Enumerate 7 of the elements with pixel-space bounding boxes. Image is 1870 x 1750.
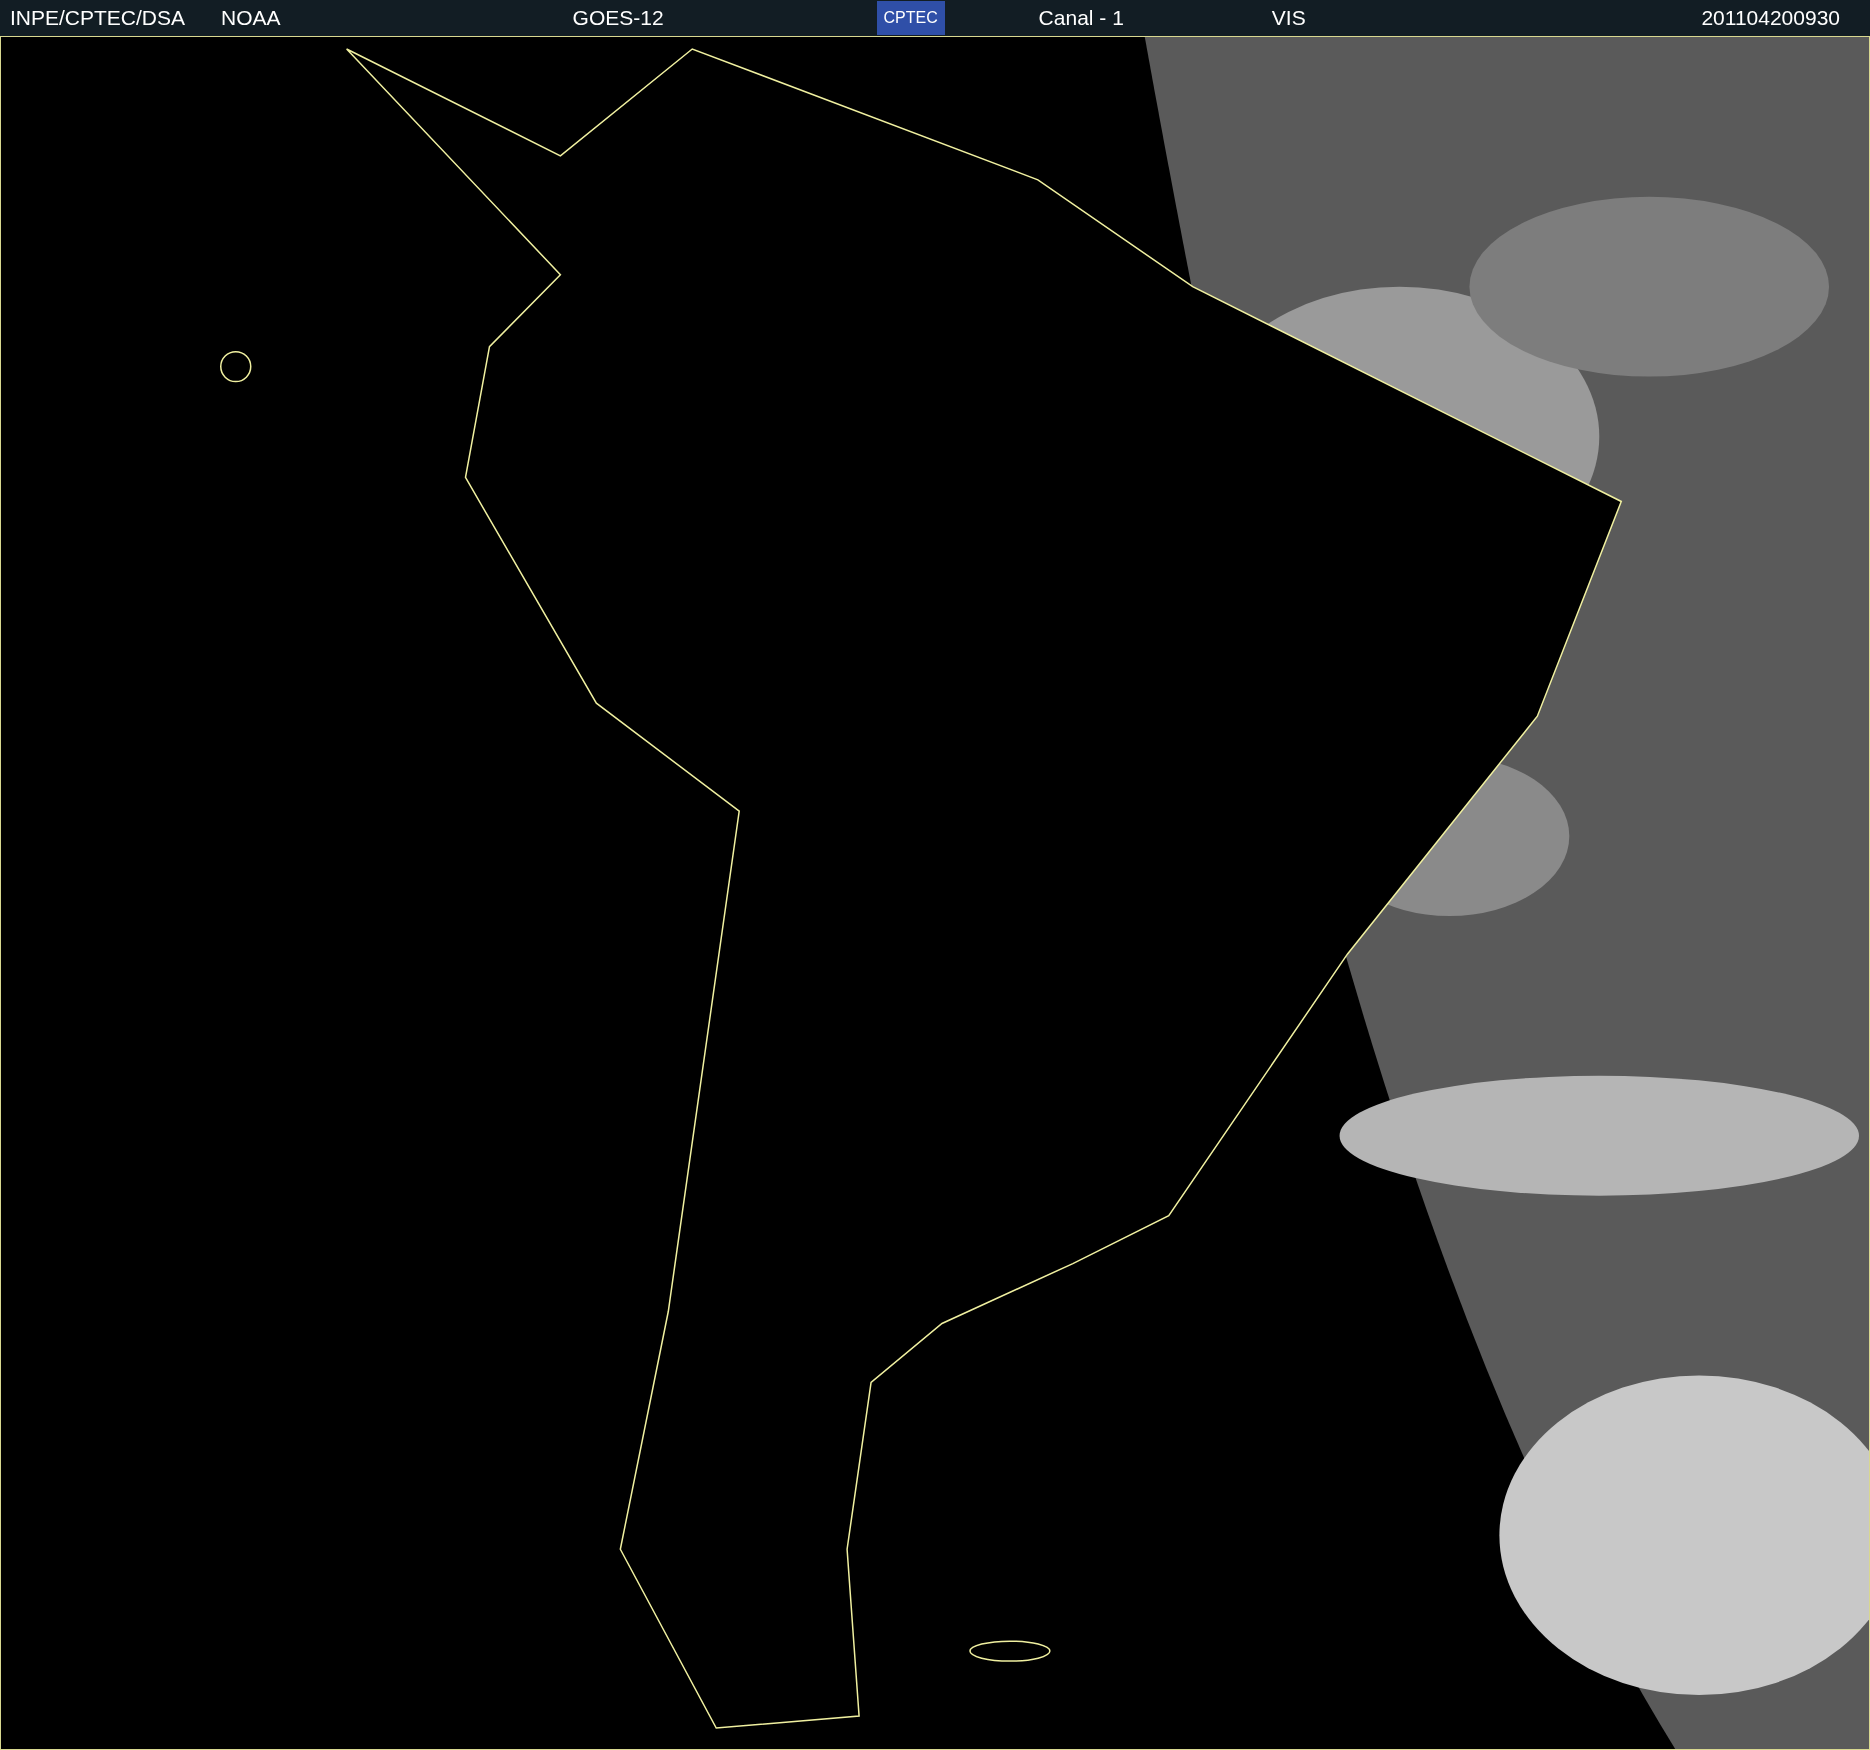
- satellite-name: GOES-12: [572, 5, 664, 32]
- header-label: INPE/CPTEC/DSA: [10, 5, 186, 32]
- channel-label: Canal - 1: [1038, 5, 1124, 32]
- logo: CPTEC: [876, 1, 945, 35]
- band-label: VIS: [1271, 5, 1306, 32]
- header-label: NOAA: [221, 5, 281, 32]
- timestamp: 201104200930: [1701, 5, 1841, 32]
